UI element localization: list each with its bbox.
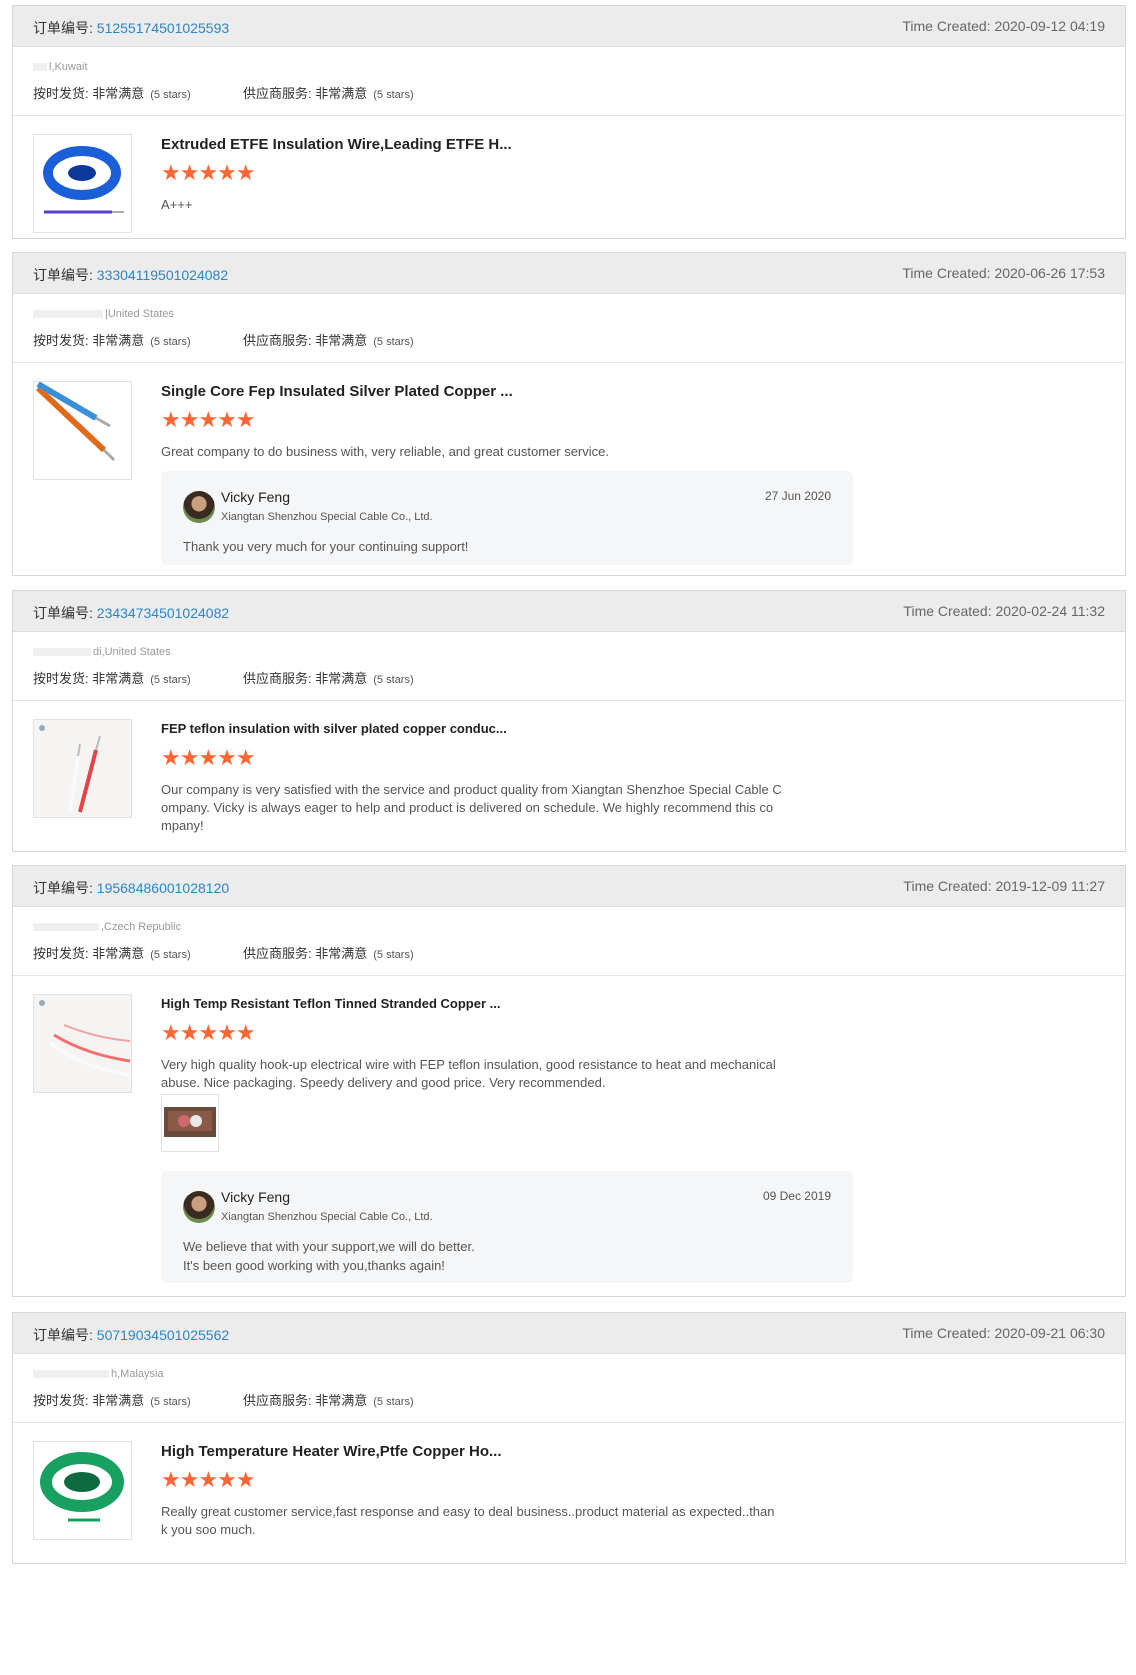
- order-number: 订单编号: 50719034501025562: [33, 1327, 230, 1343]
- buyer-meta: l,Kuwait 按时发货: 非常满意 (5 stars) 供应商服务: 非常满意…: [13, 47, 1125, 116]
- time-created: Time Created: 2019-12-09 11:27: [903, 878, 1105, 894]
- ontime-rating: 按时发货: 非常满意 (5 stars): [33, 86, 191, 101]
- star-rating: ★★★★★: [161, 407, 256, 432]
- reply-message: We believe that with your support,we wil…: [183, 1239, 475, 1273]
- review-header: 订单编号: 19568486001028120 Time Created: 20…: [13, 866, 1125, 907]
- reply-date: 27 Jun 2020: [764, 489, 831, 503]
- time-created: Time Created: 2020-02-24 11:32: [903, 603, 1105, 619]
- star-rating: ★★★★★: [161, 1467, 256, 1492]
- supplier-reply: Vicky Feng Xiangtan Shenzhou Special Cab…: [161, 1171, 853, 1283]
- review-header: 订单编号: 23434734501024082 Time Created: 20…: [13, 591, 1125, 632]
- ontime-rating: 按时发货: 非常满意 (5 stars): [33, 946, 191, 961]
- reply-company: Xiangtan Shenzhou Special Cable Co., Ltd…: [221, 511, 433, 523]
- buyer-location: h,Malaysia: [33, 1368, 164, 1380]
- review-text: Great company to do business with, very …: [161, 444, 609, 459]
- reply-message: Thank you very much for your continuing …: [183, 539, 469, 554]
- supplier-rating: 供应商服务: 非常满意 (5 stars): [243, 86, 414, 101]
- time-created: Time Created: 2020-09-21 06:30: [902, 1325, 1105, 1341]
- star-rating: ★★★★★: [161, 745, 256, 770]
- ontime-rating: 按时发货: 非常满意 (5 stars): [33, 671, 191, 686]
- ontime-rating: 按时发货: 非常满意 (5 stars): [33, 1393, 191, 1408]
- order-number: 订单编号: 33304119501024082: [33, 267, 229, 283]
- avatar: [183, 1191, 215, 1223]
- product-image[interactable]: [33, 1441, 132, 1540]
- ontime-rating: 按时发货: 非常满意 (5 stars): [33, 333, 191, 348]
- time-created: Time Created: 2020-09-12 04:19: [902, 18, 1105, 34]
- review-card: 订单编号: 33304119501024082 Time Created: 20…: [12, 252, 1126, 576]
- review-header: 订单编号: 50719034501025562 Time Created: 20…: [13, 1313, 1125, 1354]
- buyer-location: ,Czech Republic: [33, 921, 181, 933]
- avatar: [183, 491, 215, 523]
- star-rating: ★★★★★: [161, 160, 256, 185]
- review-card: 订单编号: 50719034501025562 Time Created: 20…: [12, 1312, 1126, 1564]
- review-header: 订单编号: 51255174501025593 Time Created: 20…: [13, 6, 1125, 47]
- order-number: 订单编号: 23434734501024082: [33, 605, 230, 621]
- order-number: 订单编号: 19568486001028120: [33, 880, 230, 896]
- order-link[interactable]: 19568486001028120: [97, 880, 229, 896]
- buyer-meta: |United States 按时发货: 非常满意 (5 stars) 供应商服务…: [13, 294, 1125, 363]
- buyer-meta: ,Czech Republic 按时发货: 非常满意 (5 stars) 供应商服…: [13, 907, 1125, 976]
- buyer-location: |United States: [33, 308, 174, 320]
- order-link[interactable]: 51255174501025593: [97, 20, 229, 36]
- product-image[interactable]: [33, 994, 132, 1093]
- review-text: Our company is very satisfied with the s…: [161, 782, 782, 833]
- review-card: 订单编号: 19568486001028120 Time Created: 20…: [12, 865, 1126, 1297]
- reply-company: Xiangtan Shenzhou Special Cable Co., Ltd…: [221, 1211, 433, 1223]
- product-title[interactable]: High Temp Resistant Teflon Tinned Strand…: [161, 996, 500, 1011]
- buyer-meta: di,United States 按时发货: 非常满意 (5 stars) 供应商…: [13, 632, 1125, 701]
- order-link[interactable]: 33304119501024082: [97, 267, 228, 283]
- star-rating: ★★★★★: [161, 1020, 256, 1045]
- review-photo[interactable]: [161, 1094, 219, 1152]
- supplier-reply: Vicky Feng Xiangtan Shenzhou Special Cab…: [161, 471, 853, 565]
- reply-author: Vicky Feng: [221, 1189, 290, 1205]
- order-link[interactable]: 23434734501024082: [97, 605, 229, 621]
- product-title[interactable]: High Temperature Heater Wire,Ptfe Copper…: [161, 1443, 501, 1460]
- product-image[interactable]: [33, 719, 132, 818]
- review-text: Very high quality hook-up electrical wir…: [161, 1057, 776, 1090]
- order-link[interactable]: 50719034501025562: [97, 1327, 229, 1343]
- buyer-location: l,Kuwait: [33, 61, 88, 73]
- review-text: Really great customer service,fast respo…: [161, 1504, 775, 1537]
- reply-author: Vicky Feng: [221, 489, 290, 505]
- order-number: 订单编号: 51255174501025593: [33, 20, 230, 36]
- review-card: 订单编号: 23434734501024082 Time Created: 20…: [12, 590, 1126, 852]
- buyer-meta: h,Malaysia 按时发货: 非常满意 (5 stars) 供应商服务: 非常…: [13, 1354, 1125, 1423]
- product-image[interactable]: [33, 134, 132, 233]
- product-image[interactable]: [33, 381, 132, 480]
- supplier-rating: 供应商服务: 非常满意 (5 stars): [243, 1393, 414, 1408]
- supplier-rating: 供应商服务: 非常满意 (5 stars): [243, 333, 414, 348]
- product-title[interactable]: FEP teflon insulation with silver plated…: [161, 721, 507, 736]
- supplier-rating: 供应商服务: 非常满意 (5 stars): [243, 671, 414, 686]
- time-created: Time Created: 2020-06-26 17:53: [902, 265, 1105, 281]
- review-text: A+++: [161, 197, 193, 212]
- product-title[interactable]: Extruded ETFE Insulation Wire,Leading ET…: [161, 136, 512, 153]
- review-header: 订单编号: 33304119501024082 Time Created: 20…: [13, 253, 1125, 294]
- supplier-rating: 供应商服务: 非常满意 (5 stars): [243, 946, 414, 961]
- review-card: 订单编号: 51255174501025593 Time Created: 20…: [12, 5, 1126, 239]
- reply-date: 09 Dec 2019: [762, 1189, 831, 1203]
- buyer-location: di,United States: [33, 646, 171, 658]
- product-title[interactable]: Single Core Fep Insulated Silver Plated …: [161, 383, 513, 400]
